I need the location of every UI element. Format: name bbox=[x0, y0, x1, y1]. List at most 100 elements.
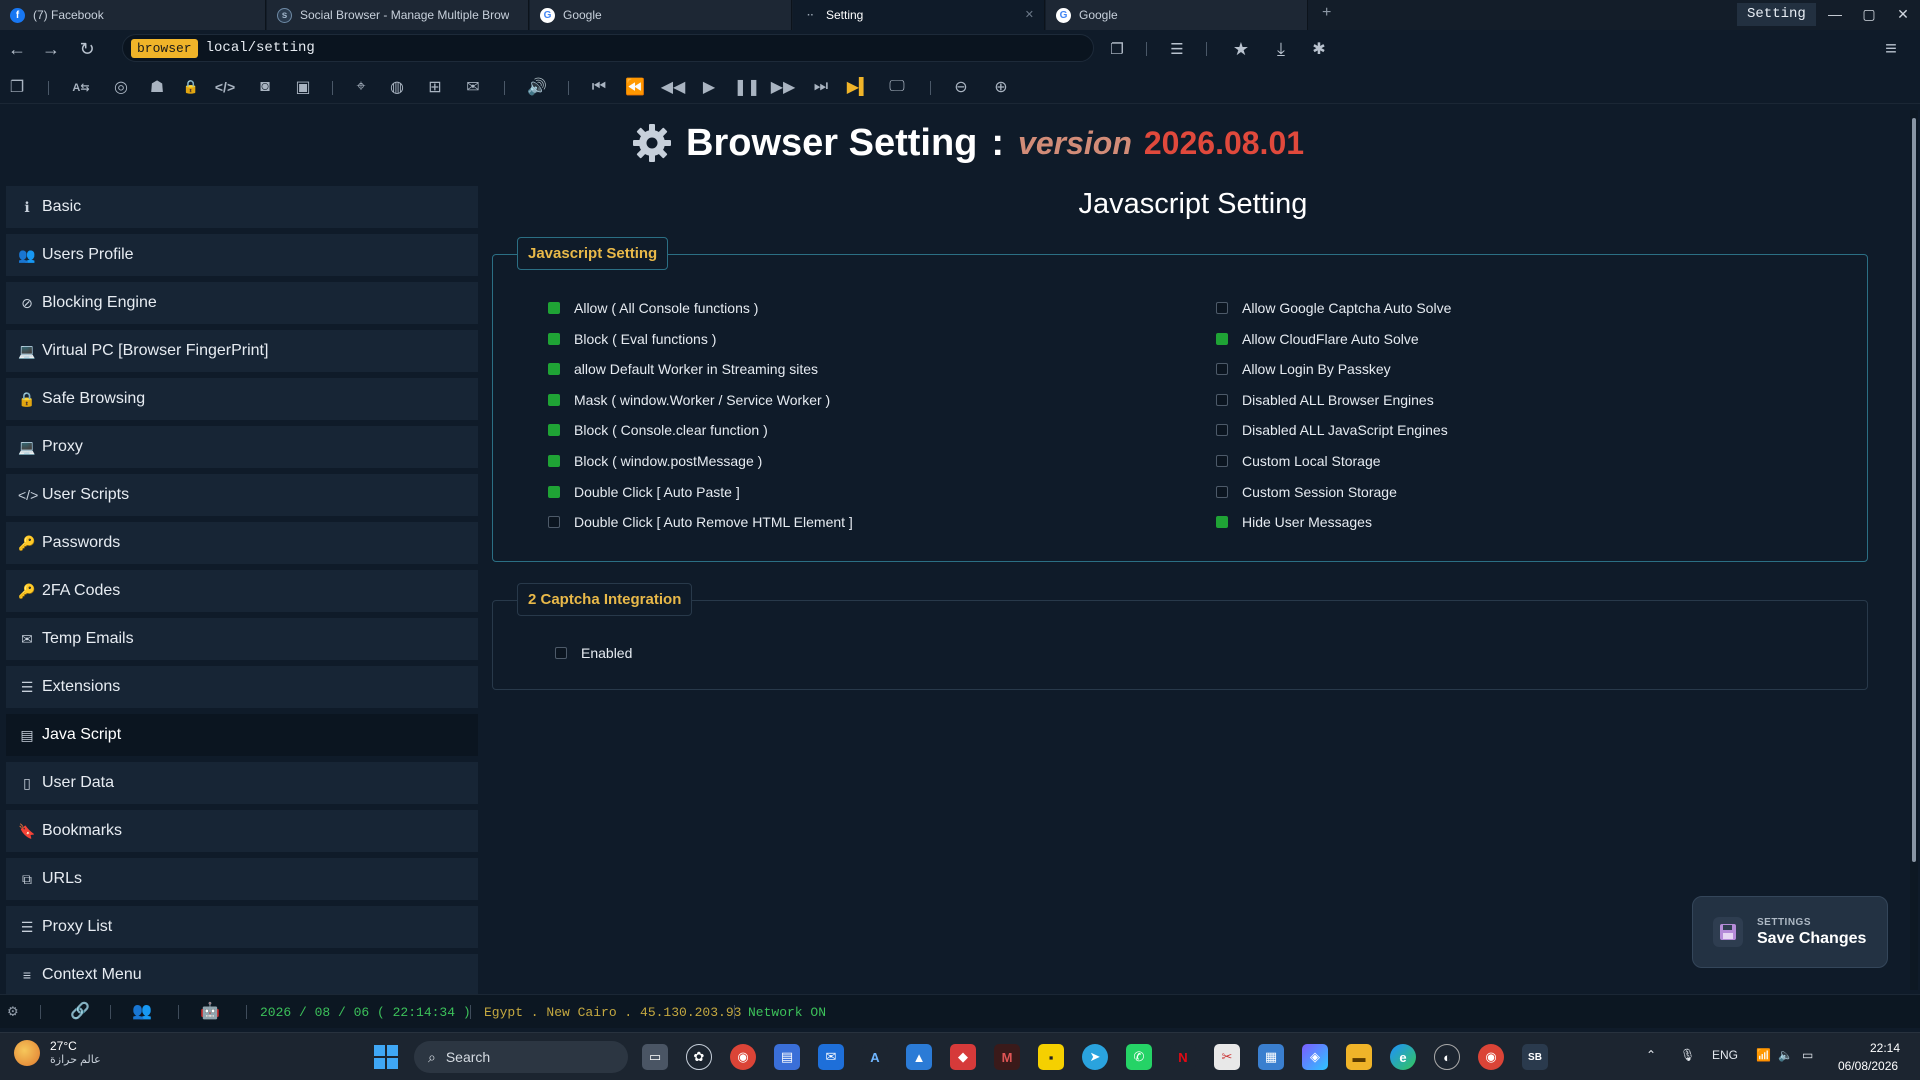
sidebar-item-user-data[interactable]: ▯ User Data bbox=[6, 762, 478, 804]
sidebar-item-safe-browsing[interactable]: 🔒 Safe Browsing bbox=[6, 378, 478, 420]
chevron-up-icon[interactable]: ⌃ bbox=[1646, 1048, 1656, 1062]
envelope-icon[interactable]: ✉ bbox=[460, 74, 486, 100]
copilot-icon[interactable]: ◈ bbox=[1302, 1044, 1328, 1070]
tab-google[interactable]: G Google bbox=[530, 0, 792, 30]
taskbar-search[interactable]: ⌕ Search bbox=[414, 1041, 628, 1073]
close-tab-icon[interactable]: ✕ bbox=[1025, 8, 1034, 21]
wifi-icon[interactable]: 📶 bbox=[1756, 1048, 1771, 1062]
store-icon[interactable]: ▤ bbox=[774, 1044, 800, 1070]
reload-icon[interactable]: ↻ bbox=[74, 36, 100, 62]
sidebar-item-bookmarks[interactable]: 🔖 Bookmarks bbox=[6, 810, 478, 852]
option-checkbox[interactable] bbox=[548, 332, 560, 345]
js-option-allow-default-worker-in-streaming-sites[interactable]: allow Default Worker in Streaming sites bbox=[548, 359, 818, 379]
translate-icon[interactable]: A⇆ bbox=[68, 74, 94, 100]
js-option-block-eval-functions[interactable]: Block ( Eval functions ) bbox=[548, 329, 716, 349]
tab-setting[interactable]: ·· Setting ✕ bbox=[793, 0, 1045, 30]
option-checkbox[interactable] bbox=[1216, 455, 1228, 467]
github-icon[interactable]: ◐ bbox=[1434, 1044, 1460, 1070]
layers-icon[interactable]: ☰ bbox=[1164, 36, 1190, 62]
code-icon[interactable]: </> bbox=[212, 74, 238, 100]
monitor-icon[interactable]: 🖵 bbox=[884, 74, 910, 100]
remote-desktop-icon[interactable]: ▦ bbox=[1258, 1044, 1284, 1070]
link-icon[interactable]: 🔗 bbox=[70, 1001, 90, 1021]
lock-icon[interactable]: 🔒 bbox=[178, 74, 204, 100]
camera-icon[interactable]: ◙ bbox=[252, 74, 278, 100]
red-app-icon[interactable]: ◆ bbox=[950, 1044, 976, 1070]
js-option-mask-window-worker-service-worker[interactable]: Mask ( window.Worker / Service Worker ) bbox=[548, 390, 830, 410]
js-option-allow-all-console-functions[interactable]: Allow ( All Console functions ) bbox=[548, 298, 758, 318]
js-option-double-click-auto-remove-html-element[interactable]: Double Click [ Auto Remove HTML Element … bbox=[548, 512, 853, 532]
js-option-double-click-auto-paste[interactable]: Double Click [ Auto Paste ] bbox=[548, 482, 740, 502]
js-option-custom-local-storage[interactable]: Custom Local Storage bbox=[1216, 451, 1381, 471]
tab-facebook[interactable]: f (7) Facebook bbox=[0, 0, 266, 30]
speaker-icon[interactable]: 🔈 bbox=[1778, 1048, 1793, 1062]
font-app-icon[interactable]: A bbox=[862, 1044, 888, 1070]
social-browser-app-icon[interactable]: SB bbox=[1522, 1044, 1548, 1070]
js-option-allow-cloudflare-auto-solve[interactable]: Allow CloudFlare Auto Solve bbox=[1216, 329, 1419, 349]
settings-icon[interactable]: ⚙ bbox=[8, 1001, 18, 1021]
tab-social-browser[interactable]: s Social Browser - Manage Multiple Brow bbox=[267, 0, 529, 30]
step-forward-icon[interactable]: ▶▍ bbox=[846, 74, 872, 100]
sidebar-item-passwords[interactable]: 🔑 Passwords bbox=[6, 522, 478, 564]
skip-start-icon[interactable]: ⏮ bbox=[586, 74, 612, 100]
whatsapp-icon[interactable]: ✆ bbox=[1126, 1044, 1152, 1070]
address-bar[interactable]: browser local/setting bbox=[122, 34, 1094, 62]
save-icon[interactable]: ▣ bbox=[290, 74, 316, 100]
zoom-in-icon[interactable]: ⊕ bbox=[988, 74, 1014, 100]
sidebar-item-extensions[interactable]: ☰ Extensions bbox=[6, 666, 478, 708]
sidebar-item-user-scripts[interactable]: </> User Scripts bbox=[6, 474, 478, 516]
sidebar-item-blocking-engine[interactable]: ⊘ Blocking Engine bbox=[6, 282, 478, 324]
back-icon[interactable]: ← bbox=[4, 36, 30, 62]
mail-icon[interactable]: ✉ bbox=[818, 1044, 844, 1070]
chrome-icon[interactable]: ◎ bbox=[108, 74, 134, 100]
option-checkbox[interactable] bbox=[548, 485, 560, 498]
skip-end-icon[interactable]: ⏭ bbox=[808, 74, 834, 100]
menu-icon[interactable]: ≡ bbox=[1878, 36, 1904, 62]
task-view-icon[interactable]: ▭ bbox=[642, 1044, 668, 1070]
game-app-icon[interactable]: M bbox=[994, 1044, 1020, 1070]
sidebar-item-proxy[interactable]: 💻 Proxy bbox=[6, 426, 478, 468]
option-checkbox[interactable] bbox=[1216, 485, 1228, 498]
option-checkbox[interactable] bbox=[548, 363, 560, 376]
js-option-disabled-all-browser-engines[interactable]: Disabled ALL Browser Engines bbox=[1216, 390, 1434, 410]
option-checkbox[interactable] bbox=[548, 424, 560, 437]
js-option-allow-google-captcha-auto-solve[interactable]: Allow Google Captcha Auto Solve bbox=[1216, 298, 1451, 318]
weather-widget[interactable]: 27°C عالم حرازة bbox=[14, 1039, 101, 1066]
file-explorer-icon[interactable]: ▬ bbox=[1346, 1044, 1372, 1070]
option-checkbox[interactable] bbox=[1216, 302, 1228, 314]
robot-icon[interactable]: 🤖 bbox=[200, 1001, 220, 1021]
pause-icon[interactable]: ❚❚ bbox=[734, 74, 761, 100]
js-option-block-window-postmessage[interactable]: Block ( window.postMessage ) bbox=[548, 451, 762, 471]
option-checkbox[interactable] bbox=[1216, 424, 1228, 437]
sidebar-item-proxy-list[interactable]: ☰ Proxy List bbox=[6, 906, 478, 948]
new-tab-button[interactable]: + bbox=[1322, 4, 1331, 22]
star-icon[interactable]: ★ bbox=[1228, 36, 1254, 62]
forward-icon[interactable]: → bbox=[38, 36, 64, 62]
language-indicator[interactable]: ENG bbox=[1712, 1048, 1738, 1062]
scrollbar-thumb[interactable] bbox=[1912, 118, 1916, 862]
maximize-button[interactable]: ▢ bbox=[1854, 2, 1884, 26]
js-option-hide-user-messages[interactable]: Hide User Messages bbox=[1216, 512, 1372, 532]
chrome-icon[interactable]: ◉ bbox=[730, 1044, 756, 1070]
windows-icon[interactable]: ❐ bbox=[4, 74, 30, 100]
sidebar-item-urls[interactable]: ⧉ URLs bbox=[6, 858, 478, 900]
option-checkbox[interactable] bbox=[1216, 516, 1228, 529]
robot-icon[interactable]: ⊞ bbox=[422, 74, 448, 100]
save-changes-button[interactable]: SETTINGS Save Changes bbox=[1692, 896, 1888, 968]
photos-icon[interactable]: ▲ bbox=[906, 1044, 932, 1070]
download-icon[interactable]: ⤓ bbox=[1268, 36, 1294, 62]
option-checkbox[interactable] bbox=[548, 302, 560, 314]
sidebar-item-users-profile[interactable]: 👥 Users Profile bbox=[6, 234, 478, 276]
sidebar-item-virtual-pc-browser-fingerprint[interactable]: 💻 Virtual PC [Browser FingerPrint] bbox=[6, 330, 478, 372]
enabled-checkbox[interactable] bbox=[555, 647, 567, 659]
previous-icon[interactable]: ⏪ bbox=[622, 74, 648, 100]
sidebar-item-java-script[interactable]: ▤ Java Script bbox=[6, 714, 478, 756]
js-option-disabled-all-javascript-engines[interactable]: Disabled ALL JavaScript Engines bbox=[1216, 420, 1448, 440]
js-option-custom-session-storage[interactable]: Custom Session Storage bbox=[1216, 482, 1397, 502]
volume-icon[interactable]: 🔊 bbox=[524, 74, 550, 100]
chrome-profile-icon[interactable]: ◉ bbox=[1478, 1044, 1504, 1070]
sticky-notes-icon[interactable]: ▪ bbox=[1038, 1044, 1064, 1070]
minimize-button[interactable]: — bbox=[1820, 2, 1850, 26]
rewind-icon[interactable]: ◀◀ bbox=[660, 74, 686, 100]
telegram-icon[interactable]: ➤ bbox=[1082, 1044, 1108, 1070]
